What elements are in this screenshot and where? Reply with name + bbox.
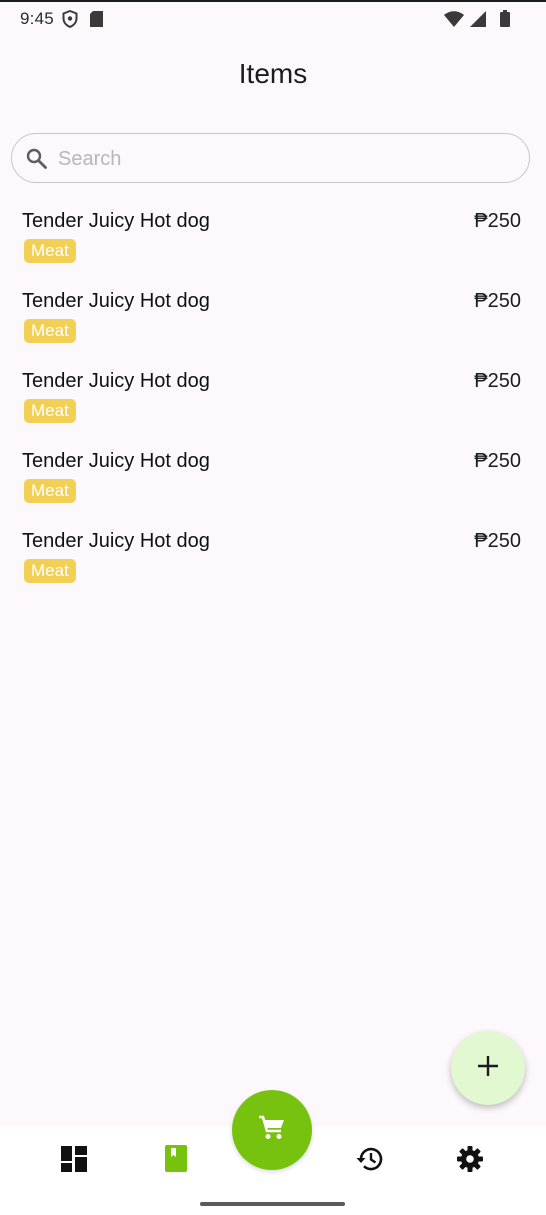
nav-items[interactable] xyxy=(162,1145,190,1177)
search-icon xyxy=(26,148,48,175)
list-item[interactable]: Tender Juicy Hot dog Meat ₱250 xyxy=(0,278,546,358)
item-price: ₱250 xyxy=(474,450,521,472)
search-input[interactable] xyxy=(56,144,500,174)
cart-button[interactable] xyxy=(232,1090,312,1170)
category-badge: Meat xyxy=(24,479,76,503)
item-price: ₱250 xyxy=(474,530,521,552)
nav-history[interactable] xyxy=(355,1147,383,1175)
category-badge: Meat xyxy=(24,239,76,263)
search-bar[interactable] xyxy=(11,133,530,183)
history-icon xyxy=(355,1146,383,1177)
add-item-button[interactable] xyxy=(451,1031,525,1105)
item-name: Tender Juicy Hot dog xyxy=(22,290,210,312)
item-price: ₱250 xyxy=(474,290,521,312)
list-item[interactable]: Tender Juicy Hot dog Meat ₱250 xyxy=(0,198,546,278)
list-item[interactable]: Tender Juicy Hot dog Meat ₱250 xyxy=(0,438,546,518)
battery-icon xyxy=(500,10,510,32)
item-list: Tender Juicy Hot dog Meat ₱250 Tender Ju… xyxy=(0,198,546,598)
item-name: Tender Juicy Hot dog xyxy=(22,370,210,392)
list-item[interactable]: Tender Juicy Hot dog Meat ₱250 xyxy=(0,358,546,438)
shield-icon xyxy=(62,9,78,33)
nav-settings[interactable] xyxy=(456,1145,484,1177)
status-bar: 9:45 xyxy=(0,2,546,34)
cart-icon xyxy=(258,1115,286,1146)
page-title: Items xyxy=(238,58,308,89)
wifi-icon xyxy=(444,10,464,32)
item-price: ₱250 xyxy=(474,210,521,232)
item-name: Tender Juicy Hot dog xyxy=(22,450,210,472)
home-indicator[interactable] xyxy=(200,1202,345,1206)
category-badge: Meat xyxy=(24,399,76,423)
item-name: Tender Juicy Hot dog xyxy=(22,210,210,232)
nav-dashboard[interactable] xyxy=(60,1145,88,1177)
plus-icon xyxy=(477,1055,499,1082)
status-time: 9:45 xyxy=(20,9,54,28)
sd-card-icon xyxy=(90,11,103,32)
category-badge: Meat xyxy=(24,319,76,343)
list-item[interactable]: Tender Juicy Hot dog Meat ₱250 xyxy=(0,518,546,598)
item-name: Tender Juicy Hot dog xyxy=(22,530,210,552)
category-badge: Meat xyxy=(24,559,76,583)
dashboard-icon xyxy=(61,1145,87,1177)
gear-icon xyxy=(457,1145,483,1177)
signal-icon xyxy=(470,10,486,32)
book-icon xyxy=(165,1145,187,1177)
item-price: ₱250 xyxy=(474,370,521,392)
